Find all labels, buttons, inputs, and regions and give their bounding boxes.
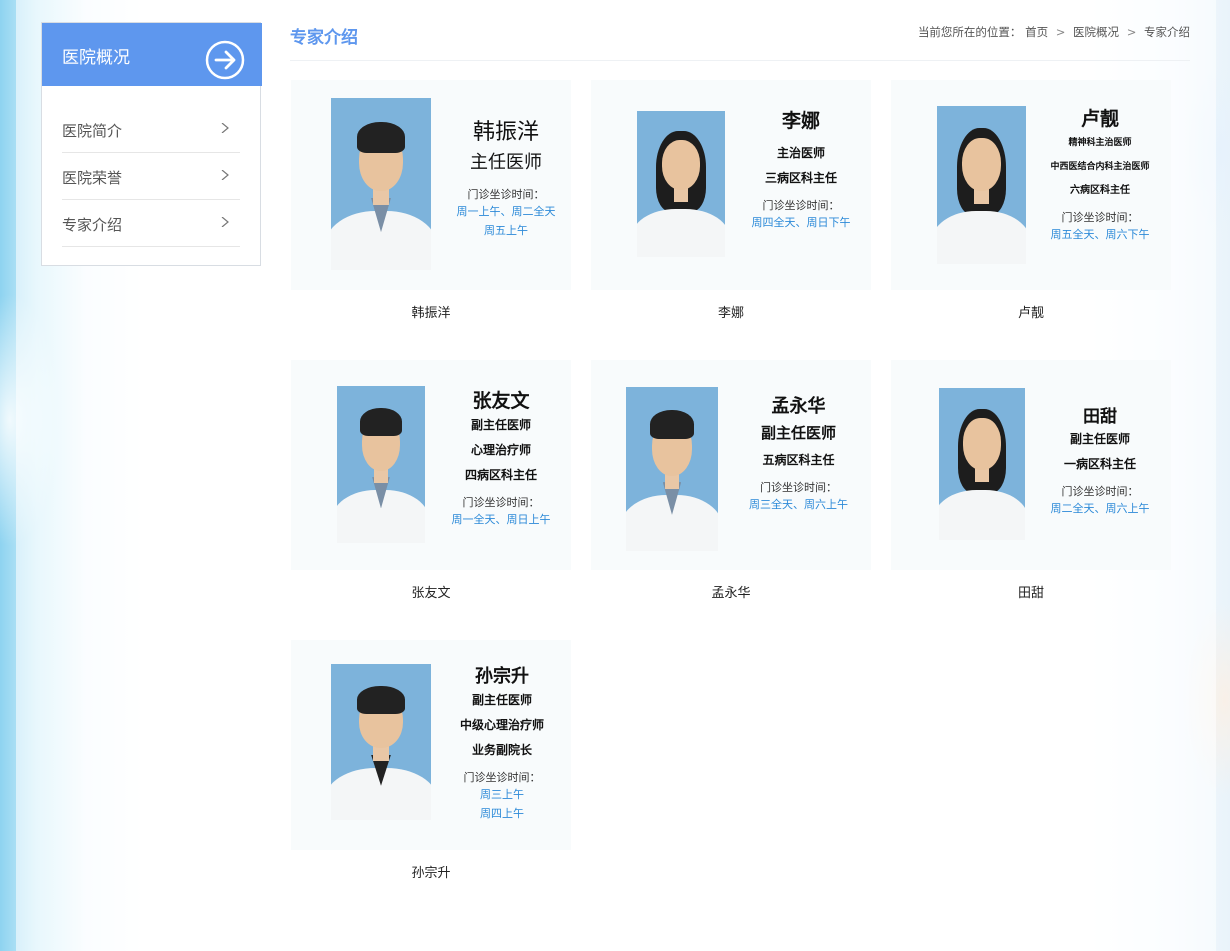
doctor-title: 精神科主治医师 xyxy=(1068,138,1132,148)
doctor-name-link[interactable]: 张友文 xyxy=(291,582,571,601)
page-title: 专家介绍 xyxy=(290,28,358,48)
hours-label: 门诊坐诊时间： xyxy=(760,481,837,494)
doctor-portrait xyxy=(937,106,1026,264)
doctor-portrait xyxy=(331,98,431,270)
breadcrumb-prefix: 当前您所在的位置： xyxy=(917,25,1022,39)
doctor-portrait xyxy=(939,388,1025,540)
doctor-photo-card[interactable]: 孟永华 副主任医师 五病区科主任 门诊坐诊时间： 周三全天、周六上午 xyxy=(591,360,871,570)
doctor-card-name: 孙宗升 xyxy=(475,666,529,687)
doctor-card-name: 卢靓 xyxy=(1080,108,1119,130)
sidebar-item-experts[interactable]: 专家介绍 xyxy=(62,200,240,247)
hours-line: 周一全天、周日上午 xyxy=(451,513,551,526)
doctor-card-name: 李娜 xyxy=(781,110,820,132)
doctor-title: 副主任医师 xyxy=(471,693,532,707)
hours-label: 门诊坐诊时间： xyxy=(1061,211,1139,224)
doctor-title: 主任医师 xyxy=(470,152,542,173)
sidebar-item-honors[interactable]: 医院荣誉 xyxy=(62,153,240,200)
sidebar-item-label: 医院荣誉 xyxy=(62,169,123,187)
breadcrumb: 当前您所在的位置： 首页 > 医院概况 > 专家介绍 xyxy=(918,24,1190,40)
hours-line: 周四全天、周日下午 xyxy=(751,216,851,229)
chevron-right-icon xyxy=(221,217,229,227)
hours-line: 周三上午 xyxy=(480,788,524,801)
breadcrumb-home[interactable]: 首页 xyxy=(1025,25,1048,39)
doctor-name-link[interactable]: 韩振洋 xyxy=(291,302,571,321)
sidebar-item-label: 专家介绍 xyxy=(62,216,123,234)
doctor-title: 副主任医师 xyxy=(470,418,531,432)
hours-label: 门诊坐诊时间： xyxy=(762,199,840,212)
doctor-title: 五病区科主任 xyxy=(762,453,835,467)
doctor-title: 一病区科主任 xyxy=(1063,457,1136,471)
arrow-right-circle-icon[interactable] xyxy=(205,40,245,80)
breadcrumb-current[interactable]: 专家介绍 xyxy=(1144,25,1190,39)
hours-line: 周四上午 xyxy=(480,807,524,820)
doctor-name-link[interactable]: 孟永华 xyxy=(591,582,871,601)
doctor-photo-card[interactable]: 张友文 副主任医师 心理治疗师 四病区科主任 门诊坐诊时间： 周一全天、周日上午 xyxy=(291,360,571,570)
doctor-portrait xyxy=(626,387,718,551)
doctor-title: 四病区科主任 xyxy=(464,468,537,482)
doctor-title: 六病区科主任 xyxy=(1070,185,1130,196)
breadcrumb-separator: > xyxy=(1126,25,1137,39)
doctor-title: 副主任医师 xyxy=(1069,432,1130,446)
breadcrumb-separator: > xyxy=(1055,25,1066,39)
hours-label: 门诊坐诊时间： xyxy=(462,496,540,509)
doctor-card-name: 孟永华 xyxy=(771,396,826,417)
sidebar: 医院概况 医院简介 医院荣誉 专家介绍 xyxy=(41,22,262,266)
doctor-card-name: 韩振洋 xyxy=(472,120,539,145)
doctor-title: 中西医结合内科主治医师 xyxy=(1050,162,1150,172)
hours-label: 门诊坐诊时间： xyxy=(1061,485,1139,498)
doctor-title: 心理治疗师 xyxy=(470,443,531,457)
doctor-photo-card[interactable]: 田甜 副主任医师 一病区科主任 门诊坐诊时间： 周二全天、周六上午 xyxy=(891,360,1171,570)
doctor-title: 主治医师 xyxy=(776,146,825,160)
divider xyxy=(290,60,1190,61)
doctor-photo-card[interactable]: 孙宗升 副主任医师 中级心理治疗师 业务副院长 门诊坐诊时间： 周三上午 周四上… xyxy=(291,640,571,850)
doctor-name-link[interactable]: 田甜 xyxy=(891,582,1171,601)
doctor-title: 副主任医师 xyxy=(760,424,836,442)
chevron-right-icon xyxy=(221,123,229,133)
doctor-title: 三病区科主任 xyxy=(764,171,837,185)
doctor-name-link[interactable]: 孙宗升 xyxy=(291,862,571,881)
doctor-photo-card[interactable]: 卢靓 精神科主治医师 中西医结合内科主治医师 六病区科主任 门诊坐诊时间： 周五… xyxy=(891,80,1171,290)
hours-line: 周一上午、周二全天 xyxy=(456,205,556,218)
doctor-card-name: 田甜 xyxy=(1083,407,1117,427)
hours-line: 周五全天、周六下午 xyxy=(1050,228,1150,241)
sidebar-item-intro[interactable]: 医院简介 xyxy=(62,106,240,153)
sidebar-title: 医院概况 xyxy=(62,48,130,68)
doctor-title: 中级心理治疗师 xyxy=(459,718,544,732)
doctor-portrait xyxy=(637,111,725,257)
hours-line: 周二全天、周六上午 xyxy=(1050,502,1150,515)
hours-line: 周三全天、周六上午 xyxy=(749,498,848,511)
hours-label: 门诊坐诊时间： xyxy=(463,771,541,784)
sidebar-header: 医院概况 xyxy=(42,23,262,86)
doctor-photo-card[interactable]: 李娜 主治医师 三病区科主任 门诊坐诊时间： 周四全天、周日下午 xyxy=(591,80,871,290)
doctor-portrait xyxy=(331,664,431,820)
sidebar-item-label: 医院简介 xyxy=(62,122,123,140)
breadcrumb-overview[interactable]: 医院概况 xyxy=(1073,25,1119,39)
chevron-right-icon xyxy=(221,170,229,180)
doctor-photo-card[interactable]: 韩振洋 主任医师 门诊坐诊时间： 周一上午、周二全天 周五上午 xyxy=(291,80,571,290)
hours-line: 周五上午 xyxy=(484,224,528,237)
doctor-portrait xyxy=(337,386,425,543)
doctor-card-name: 张友文 xyxy=(472,390,530,412)
doctor-title: 业务副院长 xyxy=(471,743,532,757)
doctor-name-link[interactable]: 卢靓 xyxy=(891,302,1171,321)
hours-label: 门诊坐诊时间： xyxy=(467,188,545,201)
doctor-name-link[interactable]: 李娜 xyxy=(591,302,871,321)
